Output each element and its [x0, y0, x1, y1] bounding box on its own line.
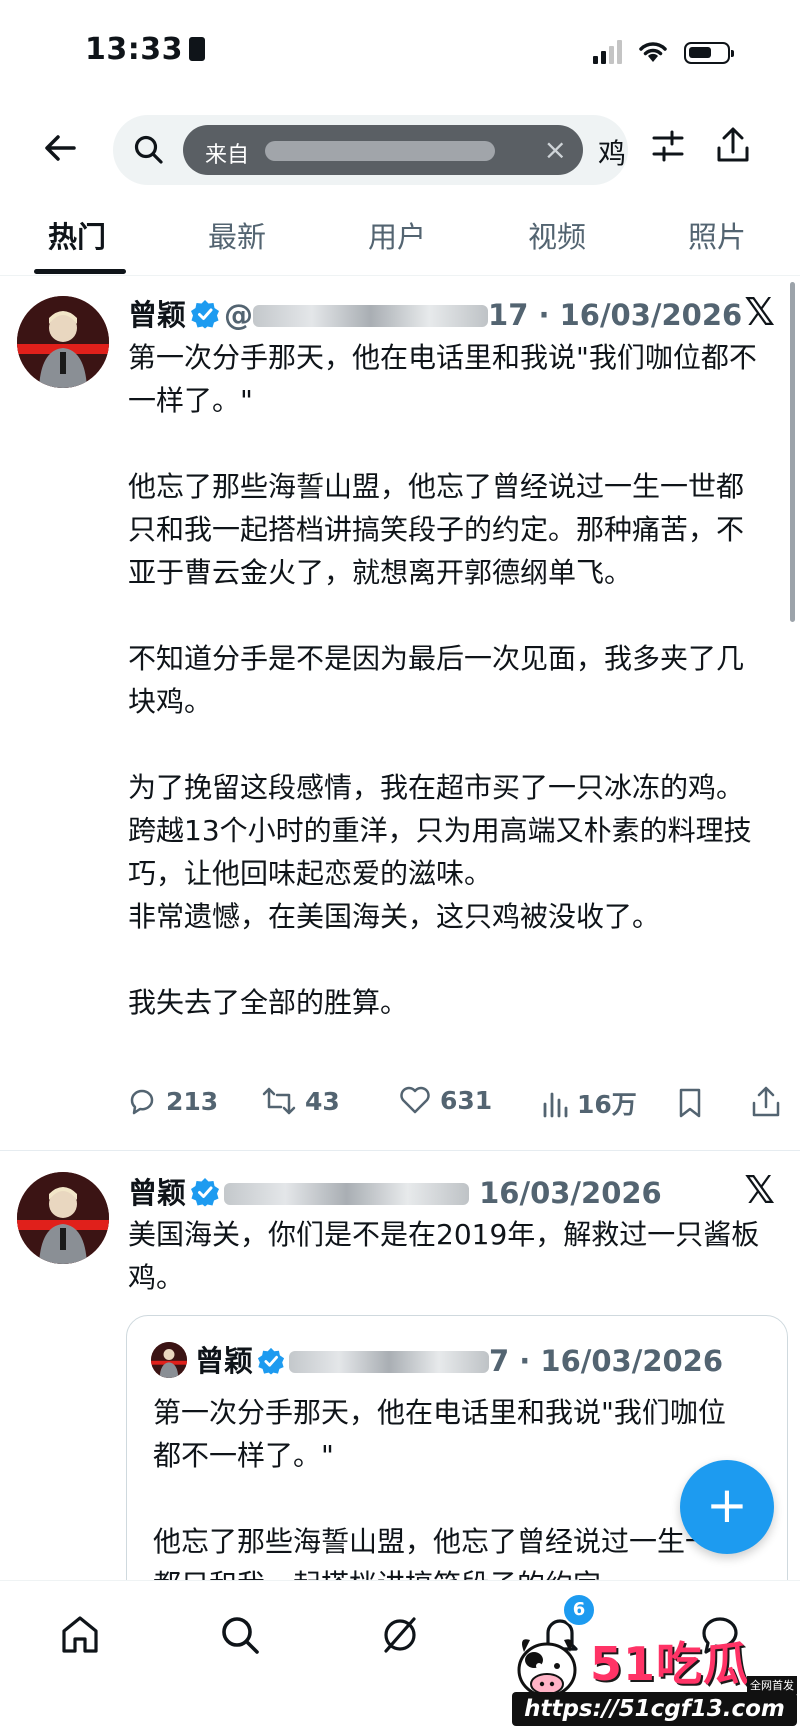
quoted-tweet-card[interactable]: 曾颖 7 · 16/03/2026 第一次分手那天，他在电话里和我说"我们咖位都不… — [126, 1315, 788, 1607]
search-filter-chip[interactable]: 来自 × — [183, 125, 583, 175]
cellular-signal-icon — [593, 40, 622, 64]
search-icon — [134, 135, 163, 164]
site-watermark: 51吃瓜 全网首发 https://51cgf13.com — [512, 1620, 797, 1730]
avatar-photo — [17, 296, 109, 388]
active-tab-indicator — [34, 269, 126, 274]
retweet-icon — [262, 1087, 296, 1115]
reply-icon — [130, 1089, 154, 1115]
status-icons — [593, 38, 734, 64]
search-icon[interactable] — [216, 1611, 264, 1659]
chip-label: 来自 — [205, 143, 250, 168]
avatar[interactable] — [17, 296, 109, 388]
chip-close-icon[interactable]: × — [544, 133, 567, 166]
search-tabs: 热门 最新 用户 视频 照片 — [0, 200, 800, 276]
avatar[interactable] — [17, 1172, 109, 1264]
reply-button[interactable]: 213 — [126, 1085, 218, 1117]
tweet-actions: 213 43 631 16万 — [126, 1085, 786, 1129]
status-time: 13:33 — [85, 32, 205, 67]
tweet-paragraph: 不知道分手是不是因为最后一次见面，我多夹了几块鸡。 — [128, 642, 745, 718]
home-icon[interactable] — [56, 1611, 104, 1659]
views-count: 16万 — [577, 1090, 637, 1119]
share-icon[interactable] — [715, 126, 751, 166]
redacted-username — [265, 141, 495, 161]
sim-card-icon — [189, 37, 205, 61]
status-bar: 13:33 — [0, 0, 800, 100]
views-chart-icon — [543, 1092, 568, 1118]
avatar-photo — [17, 1172, 109, 1264]
tab-people[interactable]: 用户 — [368, 214, 426, 256]
verified-badge-icon — [191, 300, 220, 329]
reply-count: 213 — [166, 1086, 219, 1116]
tweet-header: 曾颖 @17 · 16/03/2026 — [128, 292, 742, 334]
redacted-handle — [224, 1183, 470, 1205]
scrollbar[interactable] — [790, 282, 795, 622]
quoted-display-name: 曾颖 — [195, 1344, 254, 1378]
clock: 13:33 — [85, 32, 183, 67]
retweet-count: 43 — [305, 1086, 340, 1116]
like-button[interactable]: 631 — [398, 1085, 492, 1115]
tweet-paragraph: 他忘了那些海誓山盟，他忘了曾经说过一生一世都只和我一起搭档讲搞笑段子的约定。那种… — [128, 470, 745, 589]
tweet-paragraph: 为了挽留这段感情，我在超市买了一只冰冻的鸡。跨越13个小时的重洋，只为用高端又朴… — [128, 771, 752, 933]
quoted-handle: 7 · 16/03/2026 — [289, 1344, 723, 1378]
display-name[interactable]: 曾颖 — [128, 1176, 186, 1210]
tab-photos[interactable]: 照片 — [688, 214, 746, 256]
tweet-text: 第一次分手那天，他在电话里和我说"我们咖位都不一样了。" 他忘了那些海誓山盟，他… — [128, 336, 768, 1024]
grok-icon[interactable] — [376, 1611, 424, 1659]
quoted-avatar — [151, 1342, 187, 1378]
filter-sliders-icon[interactable] — [650, 128, 686, 164]
like-count: 631 — [440, 1085, 493, 1115]
battery-icon — [684, 42, 734, 64]
search-header: 来自 × 鸡 — [0, 110, 800, 190]
compose-post-button[interactable]: + — [680, 1460, 774, 1554]
tab-latest[interactable]: 最新 — [208, 214, 266, 256]
quoted-paragraph: 第一次分手那天，他在电话里和我说"我们咖位都不一样了。" — [153, 1396, 726, 1472]
search-query-text: 鸡 — [598, 137, 627, 170]
wifi-icon — [639, 42, 667, 62]
tweet-paragraph: 我失去了全部的胜算。 — [128, 986, 409, 1019]
redacted-handle — [289, 1351, 490, 1373]
redacted-handle — [253, 305, 489, 327]
verified-badge-icon — [191, 1178, 220, 1207]
tweet-paragraph: 第一次分手那天，他在电话里和我说"我们咖位都不一样了。" — [128, 341, 757, 417]
share-icon[interactable] — [751, 1085, 781, 1119]
back-arrow-icon[interactable] — [38, 126, 82, 170]
tab-top[interactable]: 热门 — [48, 214, 106, 256]
display-name[interactable]: 曾颖 — [128, 298, 186, 332]
tab-videos[interactable]: 视频 — [528, 214, 586, 256]
tweet-divider — [0, 1150, 800, 1151]
watermark-logo: 51吃瓜 — [590, 1637, 751, 1691]
search-input[interactable]: 来自 × 鸡 — [113, 115, 628, 185]
quoted-tweet-header: 曾颖 7 · 16/03/2026 — [151, 1338, 723, 1380]
handle[interactable]: @17 · 16/03/2026 — [224, 298, 742, 332]
bookmark-icon[interactable] — [676, 1087, 704, 1119]
quoted-date: 16/03/2026 — [540, 1344, 724, 1378]
verified-badge-icon — [257, 1347, 285, 1375]
tweet-date: 16/03/2026 — [479, 1176, 662, 1210]
plus-icon: + — [706, 1476, 748, 1534]
handle[interactable]: 16/03/2026 — [224, 1176, 662, 1210]
tweet-paragraph: 美国海关，你们是不是在2019年，解救过一只酱板鸡。 — [128, 1218, 760, 1294]
watermark-url: https://51cgf13.com — [512, 1692, 797, 1726]
retweet-button[interactable]: 43 — [261, 1085, 340, 1117]
x-logo-icon: 𝕏 — [744, 290, 775, 334]
x-logo-icon: 𝕏 — [744, 1168, 775, 1212]
tweet-date: 16/03/2026 — [559, 298, 743, 332]
views-button[interactable]: 16万 — [541, 1085, 637, 1121]
tweet-text: 美国海关，你们是不是在2019年，解救过一只酱板鸡。 — [128, 1213, 768, 1299]
heart-icon — [400, 1086, 430, 1114]
tweet-header: 曾颖 16/03/2026 — [128, 1170, 662, 1212]
quoted-tweet-text: 第一次分手那天，他在电话里和我说"我们咖位都不一样了。" 他忘了那些海誓山盟，他… — [153, 1391, 753, 1606]
